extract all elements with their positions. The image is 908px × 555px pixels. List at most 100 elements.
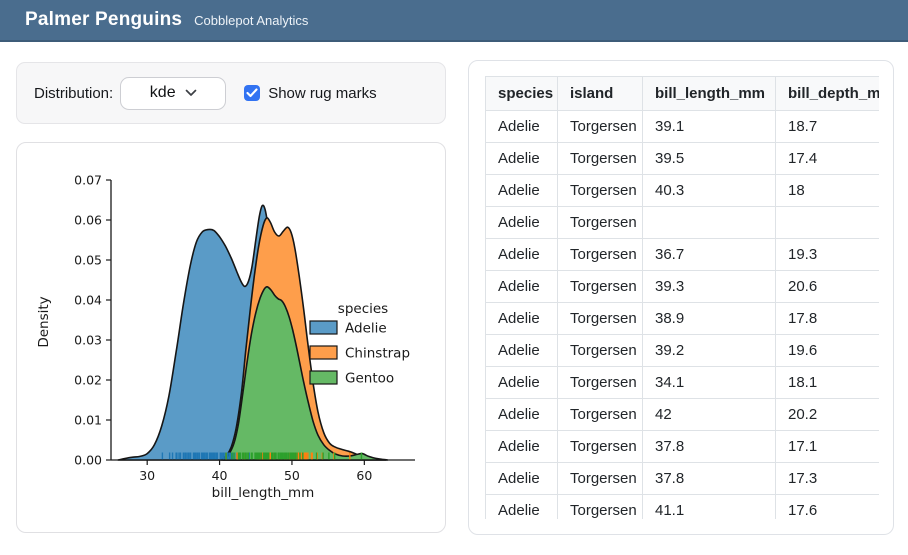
chart-legend: speciesAdelieChinstrapGentoo [310,301,410,387]
table-cell: Torgersen [558,431,643,463]
table-cell: Torgersen [558,495,643,520]
penguins-table: speciesislandbill_length_mmbill_depth_mm… [485,76,879,519]
table-cell: 39.3 [643,271,776,303]
column-header-species: species [486,77,558,111]
table-cell: Torgersen [558,111,643,143]
table-row: AdelieTorgersen34.118.1 [486,367,880,399]
table-cell: Adelie [486,367,558,399]
table-row: AdelieTorgersen39.219.6 [486,335,880,367]
table-cell: Adelie [486,143,558,175]
table-cell: Torgersen [558,271,643,303]
column-header-island: island [558,77,643,111]
svg-text:0.03: 0.03 [74,333,102,348]
show-rug-label: Show rug marks [268,85,376,102]
table-cell: Adelie [486,495,558,520]
svg-text:0.05: 0.05 [74,253,102,268]
table-cell: 17.4 [776,143,880,175]
table-cell: 39.2 [643,335,776,367]
table-cell: Torgersen [558,239,643,271]
density-plot-card: 0.000.010.020.030.040.050.060.0730405060… [16,142,446,533]
table-cell: 38.9 [643,303,776,335]
legend-title: species [338,301,388,317]
show-rug-checkbox-row: Show rug marks [244,85,376,102]
controls-panel: Distribution: kde Show rug marks [16,62,446,124]
table-cell: Torgersen [558,303,643,335]
table-cell: 39.5 [643,143,776,175]
table-cell: 19.6 [776,335,880,367]
kde-chart-svg: 0.000.010.020.030.040.050.060.0730405060… [17,143,445,532]
svg-text:60: 60 [356,468,372,483]
page-title: Palmer Penguins [25,0,182,40]
table-row: AdelieTorgersen39.320.6 [486,271,880,303]
table-cell: 39.1 [643,111,776,143]
table-cell: 42 [643,399,776,431]
data-table-card: speciesislandbill_length_mmbill_depth_mm… [468,60,894,535]
table-row: AdelieTorgersen40.318 [486,175,880,207]
legend-swatch-gentoo [310,371,337,384]
table-cell: 17.8 [776,303,880,335]
table-cell: Torgersen [558,335,643,367]
table-cell: Torgersen [558,143,643,175]
svg-text:0.07: 0.07 [74,173,102,188]
table-cell: 37.8 [643,463,776,495]
x-axis-label: bill_length_mm [212,485,315,501]
svg-text:0.06: 0.06 [74,213,102,228]
table-cell: 17.6 [776,495,880,520]
table-cell: 37.8 [643,431,776,463]
check-icon [246,88,258,98]
svg-text:0.00: 0.00 [74,453,102,468]
svg-text:30: 30 [139,468,155,483]
table-row: AdelieTorgersen37.817.1 [486,431,880,463]
table-cell: Adelie [486,271,558,303]
table-cell: 41.1 [643,495,776,520]
table-row: AdelieTorgersen36.719.3 [486,239,880,271]
table-header-row: speciesislandbill_length_mmbill_depth_mm [486,77,880,111]
svg-text:0.02: 0.02 [74,373,102,388]
svg-text:50: 50 [284,468,300,483]
table-cell: Adelie [486,207,558,239]
table-cell: Adelie [486,335,558,367]
table-cell: 17.3 [776,463,880,495]
svg-text:0.04: 0.04 [74,293,102,308]
legend-swatch-chinstrap [310,346,337,359]
table-cell: Adelie [486,399,558,431]
app-header: Palmer Penguins Cobblepot Analytics [0,0,908,42]
table-cell: Torgersen [558,367,643,399]
table-cell: Torgersen [558,175,643,207]
table-cell: 18.7 [776,111,880,143]
table-cell: 19.3 [776,239,880,271]
table-row: AdelieTorgersen38.917.8 [486,303,880,335]
table-cell: Torgersen [558,399,643,431]
table-row: AdelieTorgersen39.517.4 [486,143,880,175]
table-cell: 36.7 [643,239,776,271]
app-window: Palmer Penguins Cobblepot Analytics Dist… [0,0,908,555]
table-cell: Adelie [486,431,558,463]
svg-text:40: 40 [212,468,228,483]
distribution-select[interactable]: kde [120,77,226,110]
column-header-bill_length_mm: bill_length_mm [643,77,776,111]
table-cell: Adelie [486,303,558,335]
table-cell: Adelie [486,111,558,143]
table-row: AdelieTorgersen [486,207,880,239]
column-header-bill_depth_mm: bill_depth_mm [776,77,880,111]
table-cell: Torgersen [558,207,643,239]
table-cell: Torgersen [558,463,643,495]
table-cell: 20.2 [776,399,880,431]
distribution-label: Distribution: [34,85,113,102]
table-scroll-area[interactable]: speciesislandbill_length_mmbill_depth_mm… [485,76,879,519]
table-cell: 18.1 [776,367,880,399]
page-subtitle: Cobblepot Analytics [194,13,308,28]
table-cell: 18 [776,175,880,207]
table-row: AdelieTorgersen37.817.3 [486,463,880,495]
table-cell [643,207,776,239]
table-cell: 20.6 [776,271,880,303]
table-cell: Adelie [486,463,558,495]
legend-label-chinstrap: Chinstrap [345,346,410,362]
table-cell: 34.1 [643,367,776,399]
table-cell: 40.3 [643,175,776,207]
y-axis-label: Density [36,296,52,347]
table-cell: Adelie [486,175,558,207]
table-row: AdelieTorgersen39.118.7 [486,111,880,143]
table-row: AdelieTorgersen41.117.6 [486,495,880,520]
show-rug-checkbox[interactable] [244,85,260,101]
